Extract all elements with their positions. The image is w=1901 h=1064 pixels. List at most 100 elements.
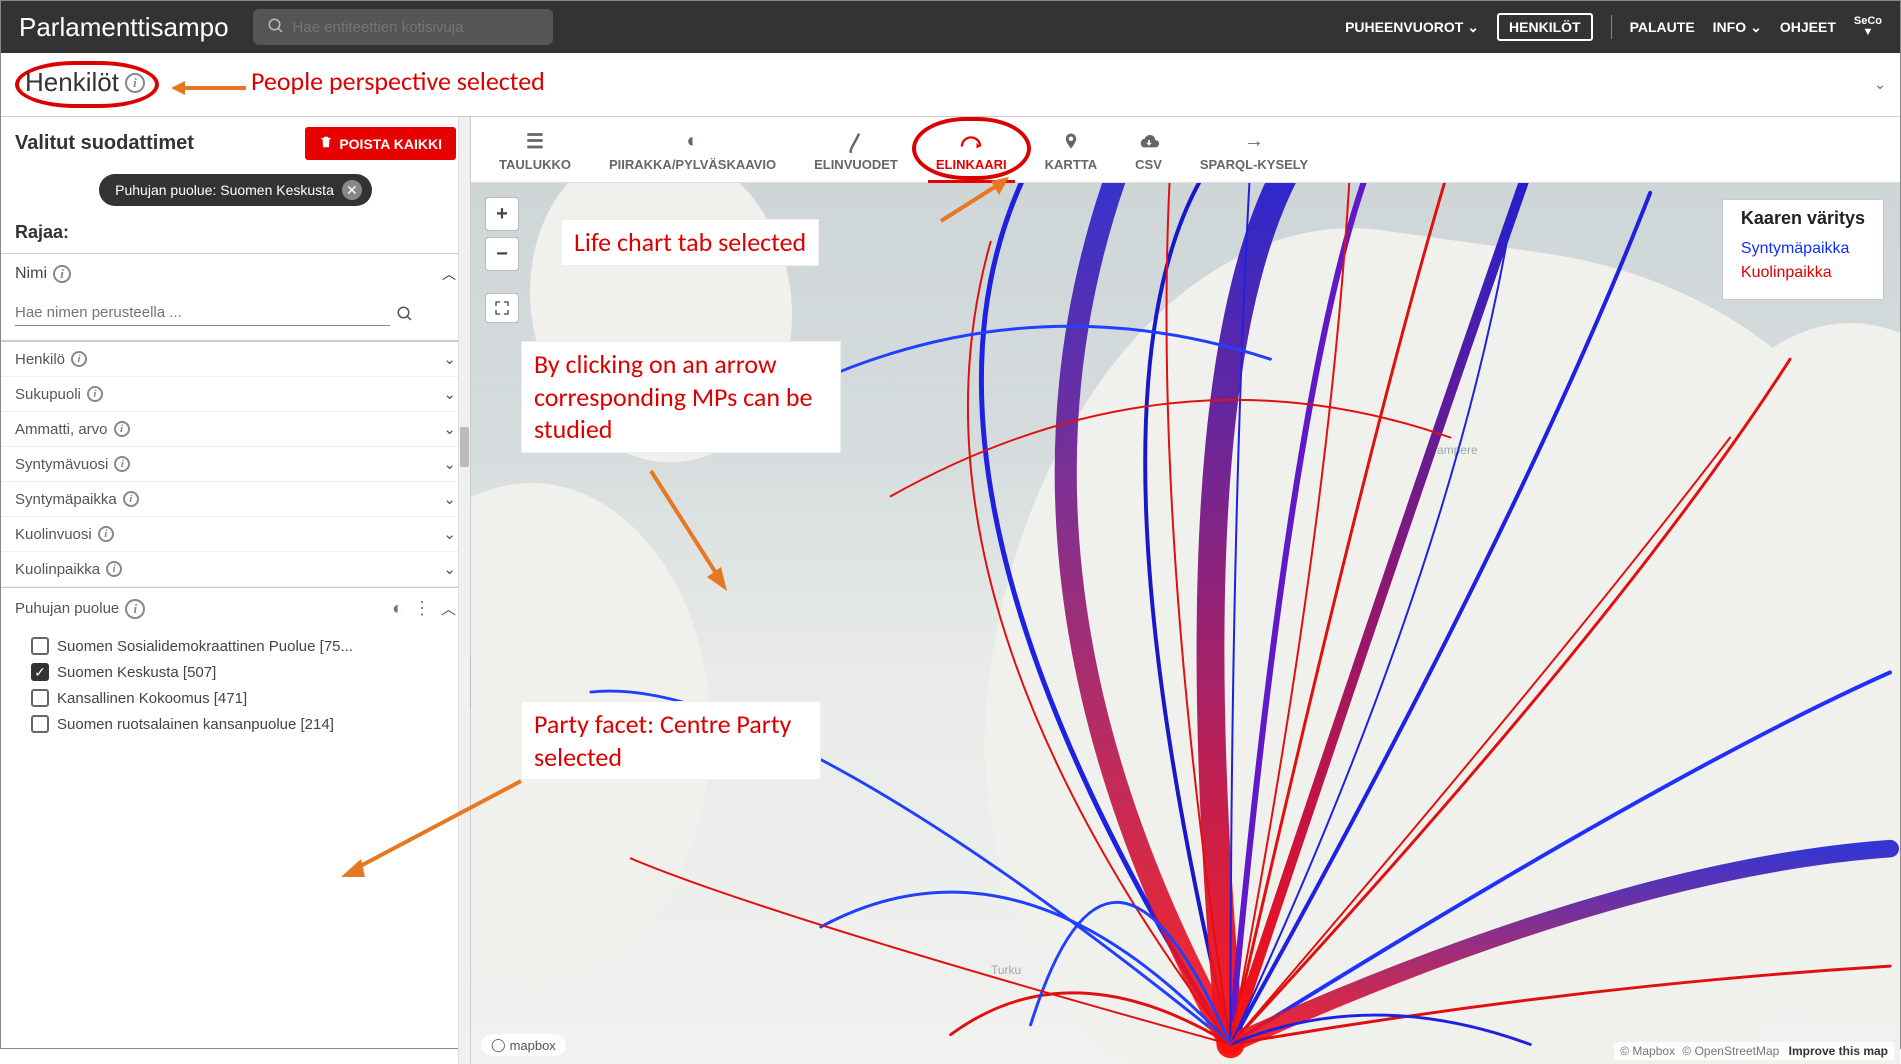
nav-info[interactable]: INFO ⌄: [1713, 19, 1762, 36]
tab-piirakka[interactable]: ◐ PIIRAKKA/PYLVÄSKAAVIO: [591, 123, 794, 182]
tab-kartta[interactable]: KARTTA: [1027, 123, 1115, 182]
facet-nimi-head[interactable]: Nimi i ︿: [1, 254, 470, 294]
facet-syntymavuosi[interactable]: Syntymävuosii⌄: [1, 447, 470, 482]
map-arcs[interactable]: [471, 183, 1900, 1064]
tab-label: ELINVUODET: [814, 157, 898, 172]
mapbox-logo[interactable]: ◯ mapbox: [481, 1034, 566, 1056]
party-option-label: Suomen Sosialidemokraattinen Puolue [75.…: [57, 638, 353, 655]
facet-kuolinpaikka[interactable]: Kuolinpaikkai⌄: [1, 552, 470, 587]
tab-taulukko[interactable]: ☰ TAULUKKO: [481, 123, 589, 182]
facet-sukupuoli[interactable]: Sukupuolii⌄: [1, 377, 470, 412]
nav-henkilot[interactable]: HENKILÖT: [1497, 13, 1593, 41]
checkbox[interactable]: [31, 689, 49, 707]
brand[interactable]: Parlamenttisampo: [19, 12, 229, 43]
tab-label: ELINKAARI: [936, 157, 1007, 172]
facet-label: Nimi: [15, 265, 47, 283]
checkbox[interactable]: ✓: [31, 663, 49, 681]
tab-sparql[interactable]: → SPARQL-KYSELY: [1182, 123, 1326, 182]
seco-logo[interactable]: SeCo ▼: [1854, 16, 1882, 38]
improve-map-link[interactable]: Improve this map: [1789, 1044, 1888, 1058]
facet-henkilo[interactable]: Henkilö i ⌄: [1, 342, 470, 377]
info-icon[interactable]: i: [114, 456, 130, 472]
zoom-out-button[interactable]: −: [485, 237, 519, 271]
remove-all-button[interactable]: POISTA KAIKKI: [305, 127, 456, 160]
facet-nimi-body: [1, 294, 470, 340]
facet-group: Henkilöi⌄ Sukupuolii⌄ Ammatti, arvoi⌄ Sy…: [1, 341, 470, 587]
nav-label: INFO: [1713, 19, 1746, 35]
nav-label: PUHEENVUOROT: [1345, 19, 1463, 35]
party-option-label: Kansallinen Kokoomus [471]: [57, 690, 247, 707]
nav-label: OHJEET: [1780, 19, 1836, 35]
annotation-arrow-icon: [931, 171, 1021, 231]
map-attribution[interactable]: © Mapbox © OpenStreetMap Improve this ma…: [1614, 1042, 1894, 1060]
party-options: Suomen Sosialidemokraattinen Puolue [75.…: [1, 629, 470, 745]
party-option-keskusta[interactable]: ✓ Suomen Keskusta [507]: [31, 659, 456, 685]
annotation-party: Party facet: Centre Party selected: [521, 701, 821, 780]
info-icon[interactable]: i: [125, 73, 145, 93]
nav-puheenvuorot[interactable]: PUHEENVUOROT ⌄: [1345, 19, 1479, 36]
annotation-arrow-icon: [331, 771, 531, 891]
chevron-down-icon: ⌄: [443, 350, 456, 368]
chevron-down-icon: ⌄: [443, 525, 456, 543]
zoom-in-button[interactable]: +: [485, 197, 519, 231]
pie-icon: ◐: [686, 129, 698, 153]
pie-icon[interactable]: ◐: [392, 598, 403, 619]
annotation-arrow-icon: [621, 461, 741, 601]
info-icon[interactable]: i: [71, 351, 87, 367]
facet-kuolinvuosi[interactable]: Kuolinvuosii⌄: [1, 517, 470, 552]
search-input[interactable]: [293, 19, 539, 36]
search-icon[interactable]: [396, 305, 414, 326]
filter-chip[interactable]: Puhujan puolue: Suomen Keskusta ✕: [99, 174, 372, 206]
info-icon[interactable]: i: [114, 421, 130, 437]
party-option-label: Suomen Keskusta [507]: [57, 664, 216, 681]
info-icon[interactable]: i: [98, 526, 114, 542]
perspective-label: Henkilöt: [25, 67, 119, 98]
checkbox[interactable]: [31, 637, 49, 655]
facet-label: Puhujan puolue: [15, 600, 119, 617]
remove-chip-icon[interactable]: ✕: [342, 180, 362, 200]
info-icon[interactable]: i: [125, 599, 145, 619]
tab-csv[interactable]: CSV: [1117, 123, 1180, 182]
scroll-thumb[interactable]: [460, 427, 469, 467]
annotation-arrow-icon: [171, 73, 251, 103]
chevron-down-icon: ⌄: [443, 385, 456, 403]
facet-label: Syntymäpaikka: [15, 491, 117, 508]
map-controls: + −: [485, 197, 519, 323]
party-option-kokoomus[interactable]: Kansallinen Kokoomus [471]: [31, 685, 456, 711]
map-area[interactable]: Tampere Turku: [471, 183, 1900, 1064]
more-icon[interactable]: ⋮: [413, 598, 431, 619]
info-icon[interactable]: i: [123, 491, 139, 507]
chevron-down-icon: ⌄: [1750, 19, 1762, 36]
facet-syntymapaikka[interactable]: Syntymäpaikkai⌄: [1, 482, 470, 517]
line-icon: 〳: [846, 129, 866, 153]
chevron-down-icon: ⌄: [443, 420, 456, 438]
facet-party: Puhujan puolue i ◐ ⋮ ︿ Suomen Sosialidem…: [1, 587, 470, 745]
nav-label: PALAUTE: [1630, 19, 1695, 35]
chevron-up-icon: ︿: [442, 264, 456, 284]
nav-ohjeet[interactable]: OHJEET: [1780, 19, 1836, 35]
tab-elinvuodet[interactable]: 〳 ELINVUODET: [796, 123, 916, 182]
fullscreen-button[interactable]: [485, 293, 519, 323]
perspective-circled: Henkilöt i: [15, 61, 159, 108]
legend-item-death[interactable]: Kuolinpaikka: [1741, 261, 1865, 285]
sidebar-scrollbar[interactable]: [458, 117, 470, 1064]
filters-header: Valitut suodattimet POISTA KAIKKI: [1, 117, 470, 166]
collapse-perspective-icon[interactable]: ⌄: [1874, 76, 1886, 93]
legend-item-birth[interactable]: Syntymäpaikka: [1741, 237, 1865, 261]
nav-palaute[interactable]: PALAUTE: [1630, 19, 1695, 35]
facet-label: Kuolinpaikka: [15, 561, 100, 578]
annotation-arrows: By clicking on an arrow corresponding MP…: [521, 341, 841, 453]
facet-label: Henkilö: [15, 351, 65, 368]
party-option-sdp[interactable]: Suomen Sosialidemokraattinen Puolue [75.…: [31, 633, 456, 659]
search-icon: [267, 17, 285, 38]
checkbox[interactable]: [31, 715, 49, 733]
global-search[interactable]: [253, 9, 553, 45]
facet-ammatti[interactable]: Ammatti, arvoi⌄: [1, 412, 470, 447]
party-option-rkp[interactable]: Suomen ruotsalainen kansanpuolue [214]: [31, 711, 456, 737]
info-icon[interactable]: i: [53, 265, 71, 283]
facet-party-head[interactable]: Puhujan puolue i ◐ ⋮ ︿: [1, 588, 470, 629]
name-search-input[interactable]: [15, 300, 390, 326]
info-icon[interactable]: i: [106, 561, 122, 577]
cloud-download-icon: [1138, 129, 1160, 153]
info-icon[interactable]: i: [87, 386, 103, 402]
